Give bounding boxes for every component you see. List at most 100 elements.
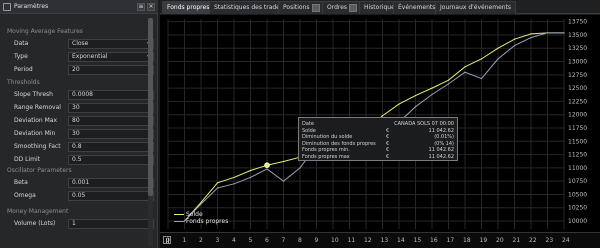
tab-4[interactable]: Ordres [322,1,363,14]
data-point [431,87,433,89]
x-tick-label: 20 [496,237,504,244]
param-row: Deviation Min 30▴▾ [14,129,154,139]
data-point [216,187,219,189]
tab-6[interactable]: Événements [393,1,441,14]
chart-tooltip: Date CANADA SOLS 07 00:00 Solde €11 042.62 D… [298,117,458,161]
hover-marker [264,162,270,169]
x-tick-label: 8 [298,237,302,244]
tooltip-value: 11 042.62 [428,147,454,153]
data-point [513,44,516,47]
y-tick-label: 11250 [568,152,587,159]
param-input[interactable]: 0.001▴▾ [68,178,154,188]
param-select[interactable]: Close▾ [68,39,154,49]
param-input[interactable]: 0.0008▴▾ [68,90,154,100]
x-tick-label: 13 [380,237,389,244]
tab-2[interactable]: Statistiques des trades [209,1,288,14]
param-select[interactable]: Exponential▾ [68,52,154,62]
tooltip-value: 11 042.62 [428,127,454,134]
tooltip-value: (0.01%) [434,134,454,140]
y-tick-label: 13250 [568,45,587,52]
tooltip-value: 11 042.62 [428,153,454,160]
x-tick-label: 17 [446,237,455,244]
tab-1[interactable]: Fonds propres [162,1,215,14]
y-tick-label: 12750 [568,72,587,79]
x-tick-label: 9 [314,237,319,244]
tab-label: Statistiques des trades [214,4,283,11]
legend-swatch-balance [174,214,184,215]
y-tick-label: 10000 [568,218,587,225]
tooltip-label: Date [302,121,314,127]
param-input[interactable]: 0.8▴▾ [68,142,154,152]
param-row: Type Exponential▾ [14,52,154,62]
param-label: Smoothing Fact [14,143,61,150]
param-label: DD Limit [14,156,41,163]
x-tick-label: 2 [199,237,203,244]
x-tick-label: 24 [562,237,570,244]
y-tick-label: 10500 [568,191,587,198]
data-point [249,169,252,172]
param-row: Volume (Lots) 1▴▾ [14,219,154,229]
param-input[interactable]: 0.05▴▾ [68,191,154,201]
param-input[interactable]: 30▴▾ [68,103,154,113]
chart-legend: Solde Fonds propres [174,211,234,227]
legend-label-equity: Fonds propres [186,218,229,225]
x-tick-label: 16 [430,237,438,244]
y-tick-label: 11500 [568,138,587,145]
param-input[interactable]: 0.5▴▾ [68,155,154,165]
param-label: Volume (Lots) [14,220,56,227]
param-value: 30 [72,104,80,111]
tooltip-row: Diminution des fonds propres € (0% 14) [302,141,456,147]
y-tick-label: 12250 [568,98,587,105]
param-input[interactable]: 1▴▾ [68,219,154,229]
x-tick-label: 23 [545,237,554,244]
param-label: Data [14,40,29,47]
tooltip-row: Date CANADA SOLS 07 00:00 [302,121,456,127]
x-tick-label: 14 [397,237,405,244]
section-title: Money Management [7,208,69,215]
tooltip-label: Diminution des fonds propres [302,140,376,147]
parameters-panel: Paramètres ≡ × Moving Average Features Da… [0,0,158,248]
y-tick-label: 13000 [568,59,587,66]
y-tick-label: 10250 [568,205,587,212]
x-tick-label: 1 [182,237,187,244]
param-input[interactable]: 30▴▾ [68,129,154,139]
param-label: Omega [14,192,36,199]
x-axis-strip: 0 1 2 3 4 5 6 7 8 9 10 11 12 13 14 15 16 17 18 19 20 21 22 23 24 [160,232,600,248]
data-point [464,71,466,73]
y-tick-label: 10750 [568,178,587,185]
data-point [480,58,483,60]
param-row: Range Removal 30▴▾ [14,103,154,113]
tooltip-label: Diminution du solde [302,134,353,140]
param-value: 30 [72,130,80,137]
param-row: DD Limit 0.5▴▾ [14,155,154,165]
panel-menu-icon[interactable]: ≡ [137,3,145,11]
panel-close-icon[interactable]: × [147,3,155,11]
param-label: Slope Thresh [14,91,53,98]
y-tick-label: 12500 [568,85,587,92]
legend-item-equity: Fonds propres [174,218,234,225]
param-row: Beta 0.001▴▾ [14,178,154,188]
param-label: Period [14,66,33,73]
param-label: Deviation Min [14,130,56,137]
tooltip-label: Fonds propres max [302,153,350,160]
param-value: Close [72,40,89,47]
data-point [497,47,499,49]
data-point [299,167,301,169]
panel-scroll-thumb[interactable] [148,18,153,196]
legend-swatch-equity [174,221,184,222]
tab-detach-icon[interactable] [311,3,320,12]
tab-7[interactable]: Journaux d'événements [435,1,517,14]
panel-scrollbar[interactable] [148,18,153,246]
data-point [447,83,450,85]
data-point [414,94,417,97]
tab-label: Positions [283,4,310,11]
data-point [530,37,532,39]
tooltip-label: Fonds propres min. [302,147,350,153]
param-input[interactable]: 20▴▾ [68,65,154,75]
param-row: Period 20▴▾ [14,65,154,75]
y-tick-label: 11000 [568,165,587,172]
tab-3[interactable]: Positions [278,1,325,14]
data-point [200,203,202,205]
param-input[interactable]: 80▴▾ [68,116,154,126]
tab-detach-icon[interactable] [349,3,358,12]
